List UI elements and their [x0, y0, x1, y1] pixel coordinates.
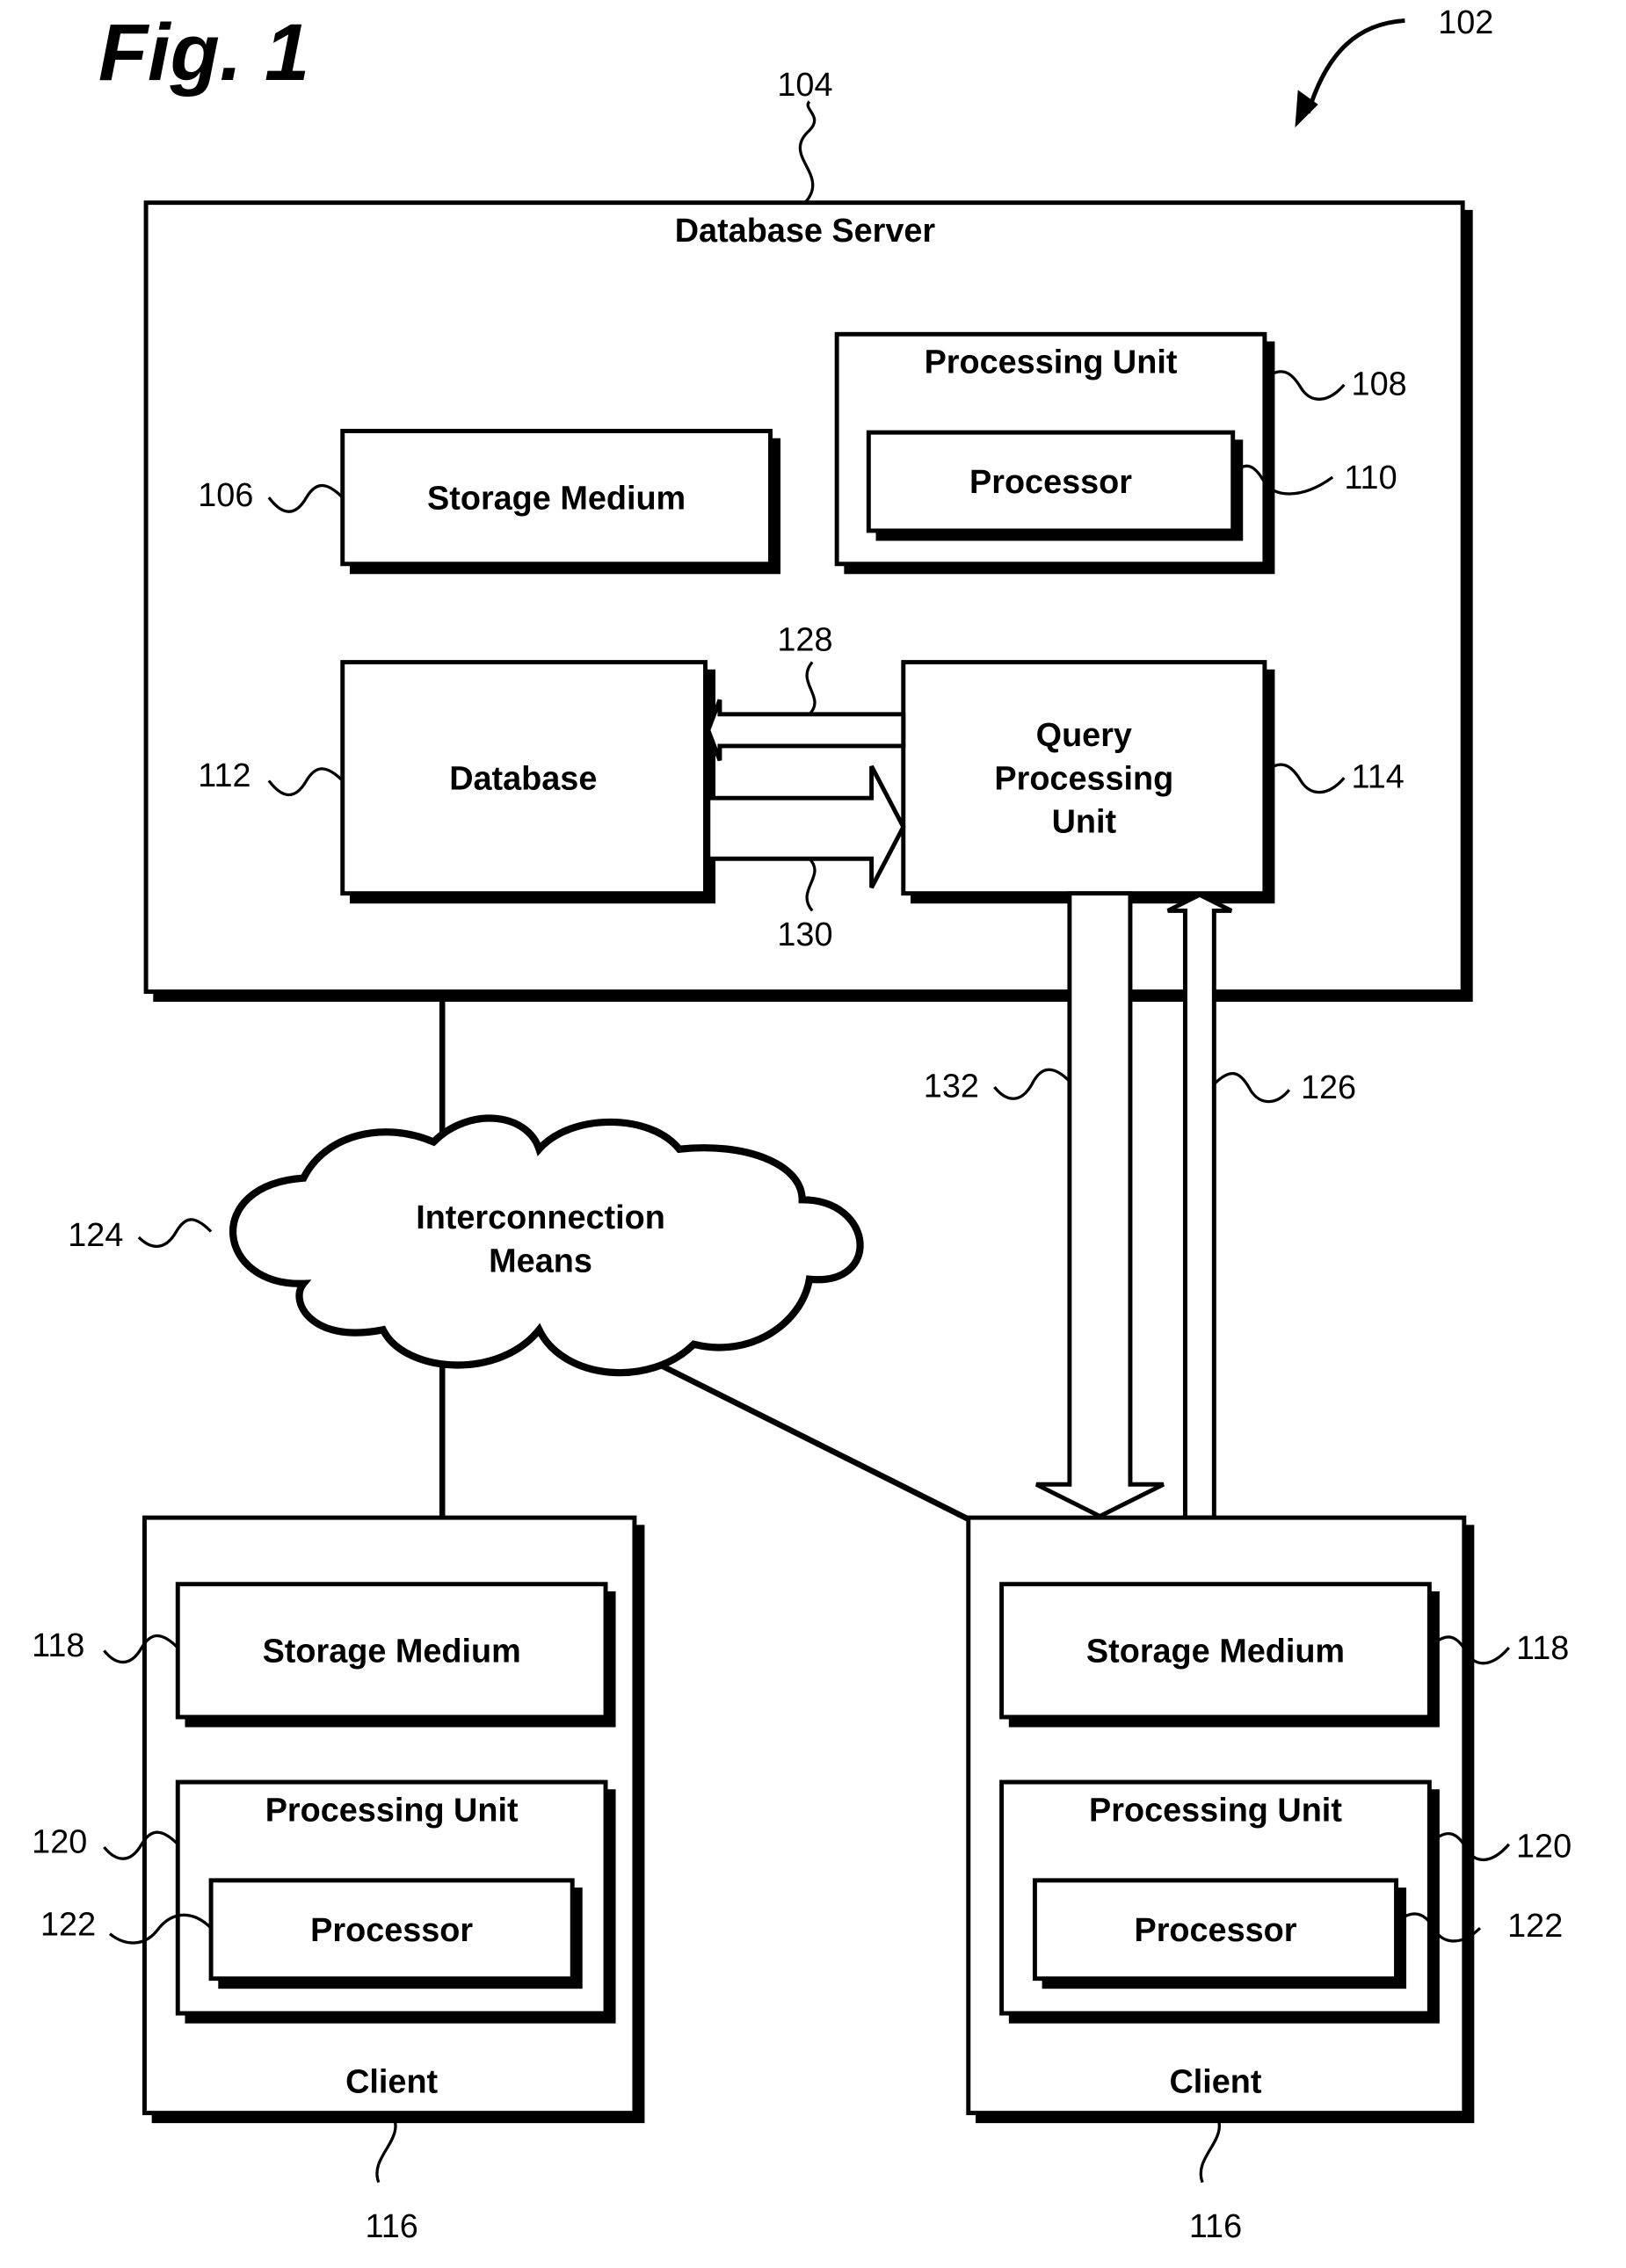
client-right: Client 116 Storage Medium 118 Processing…	[966, 1515, 1572, 2245]
client-right-processing-unit: Processing Unit 120 Processor 122	[999, 1779, 1572, 2024]
leader-116-left	[375, 2112, 397, 2184]
ref-label-116-right: 116	[1189, 2208, 1242, 2245]
qpu-label-line3: Unit	[1052, 804, 1117, 841]
client-left-processor-label: Processor	[310, 1912, 473, 1949]
leader-124	[137, 1218, 213, 1248]
client-left-storage-label: Storage Medium	[263, 1634, 521, 1670]
qpu-label-line1: Query	[1036, 717, 1132, 754]
ref-label-116-left: 116	[365, 2208, 417, 2245]
ref-label-104: 104	[777, 67, 832, 104]
qpu-label-line2: Processing	[994, 760, 1173, 797]
system-diagram: Fig. 1 102 Database Server 104 Storage M…	[32, 4, 1572, 2245]
server-processor-label: Processor	[969, 464, 1132, 501]
server-storage-label: Storage Medium	[427, 480, 686, 517]
network-label-line2: Means	[489, 1243, 592, 1280]
ref-label-110: 110	[1344, 460, 1397, 496]
ref-label-120-right: 120	[1516, 1829, 1572, 1866]
leader-132	[993, 1068, 1071, 1100]
database-label: Database	[449, 760, 597, 797]
ref-label-122-right: 122	[1507, 1908, 1563, 1945]
system-ref-callout: 102	[1295, 4, 1493, 128]
client-left-processor: Processor 122	[40, 1878, 583, 1989]
ref-label-124: 124	[68, 1217, 123, 1254]
client-left-pu-label: Processing Unit	[265, 1792, 519, 1829]
network-label-line1: Interconnection	[416, 1199, 665, 1236]
ref-label-130: 130	[777, 917, 832, 953]
ref-label-118-right: 118	[1516, 1630, 1569, 1667]
client-right-pu-label: Processing Unit	[1089, 1792, 1342, 1829]
figure-title: Fig. 1	[98, 7, 309, 98]
client-right-label: Client	[1169, 2064, 1261, 2101]
ref-label-126: 126	[1301, 1069, 1356, 1106]
ref-label-114: 114	[1352, 759, 1405, 796]
leader-116-right	[1199, 2112, 1221, 2184]
ref-label-102: 102	[1438, 4, 1493, 41]
database-server: Database Server 104 Storage Medium 106 P…	[143, 67, 1473, 1003]
ref-label-112: 112	[198, 757, 250, 794]
ref-label-108: 108	[1352, 366, 1407, 402]
client-left-storage: Storage Medium 118	[32, 1582, 616, 1728]
database-server-label: Database Server	[675, 213, 936, 250]
client-right-processor: Processor 122	[1032, 1878, 1563, 1989]
leader-126	[1213, 1072, 1291, 1104]
ref-label-132: 132	[924, 1069, 979, 1105]
wire-network-to-client-right	[635, 1350, 973, 1524]
ref-label-122-left: 122	[40, 1906, 96, 1943]
client-left: Client 116 Storage Medium 118 Processing…	[32, 1515, 645, 2245]
client-right-storage: Storage Medium 118	[999, 1582, 1569, 1728]
interconnection-means: Interconnection Means 124	[68, 1114, 864, 1377]
client-right-processor-label: Processor	[1134, 1912, 1296, 1949]
client-left-processing-unit: Processing Unit 120 Processor 122	[32, 1779, 616, 2024]
ref-label-128: 128	[777, 621, 832, 658]
client-left-label: Client	[345, 2064, 438, 2101]
server-processing-unit-label: Processing Unit	[925, 344, 1178, 381]
curved-arrow-icon	[1305, 18, 1405, 114]
client-right-storage-label: Storage Medium	[1086, 1634, 1345, 1670]
ref-label-106: 106	[198, 477, 253, 514]
leader-104	[798, 100, 817, 204]
ref-label-120-left: 120	[32, 1824, 87, 1861]
ref-label-118-left: 118	[32, 1627, 84, 1664]
